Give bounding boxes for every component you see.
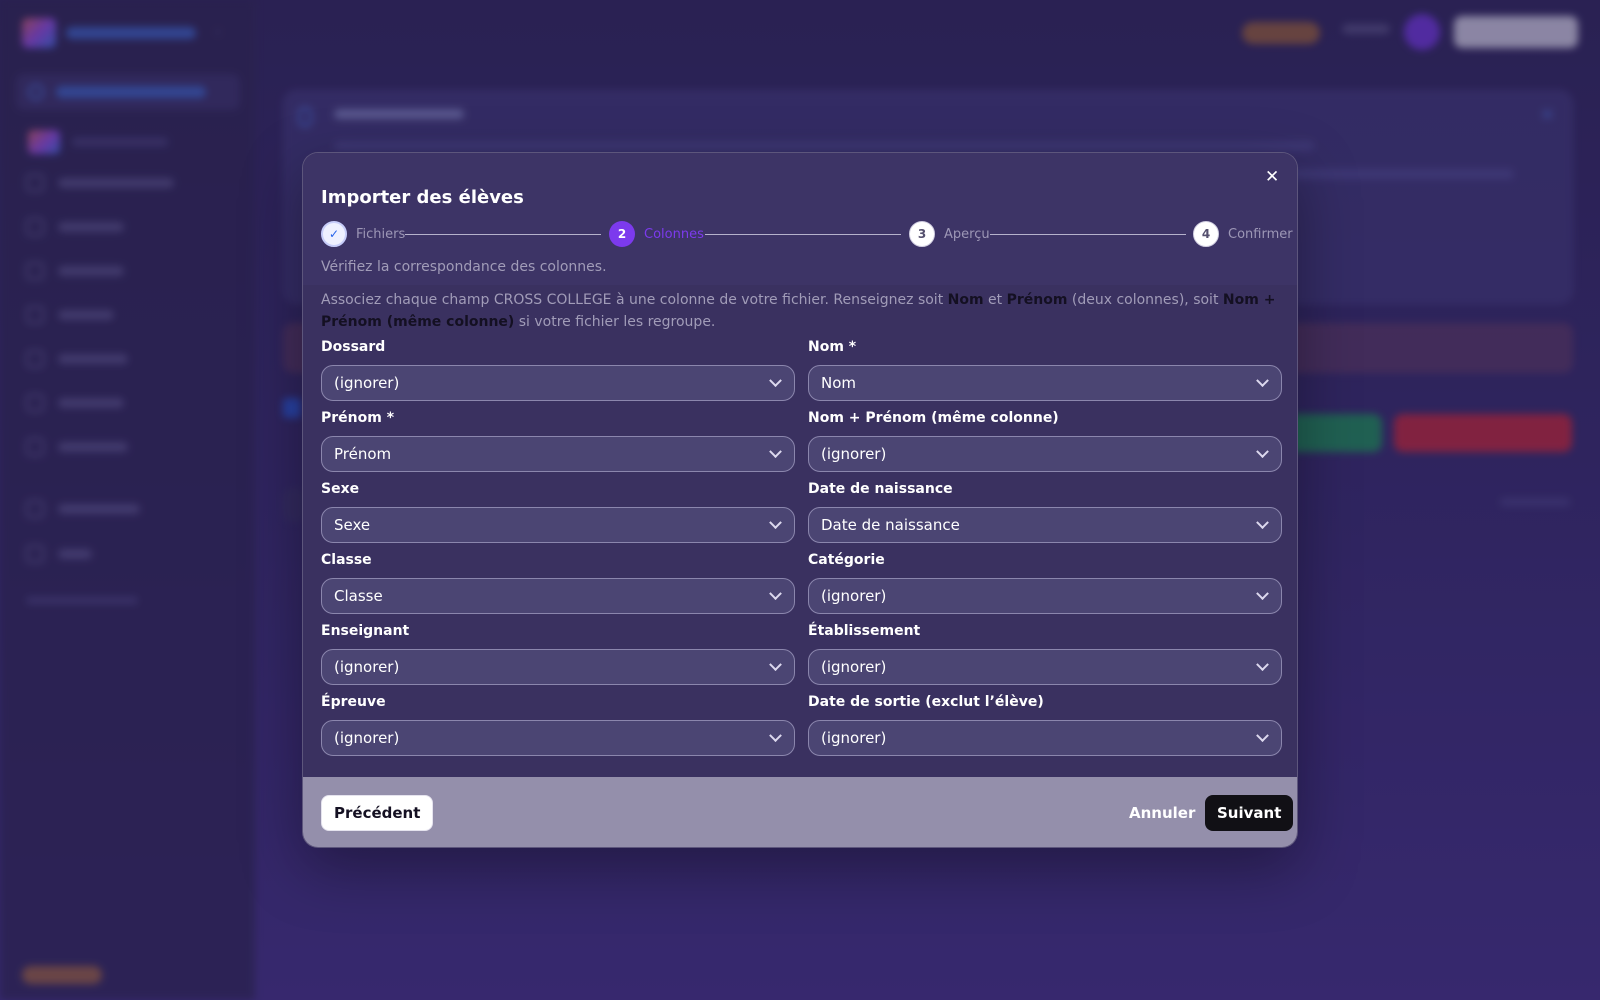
column-select[interactable]: Prénom — [321, 436, 795, 472]
close-icon[interactable]: ✕ — [1265, 169, 1279, 186]
field-label: Sexe — [321, 481, 360, 497]
import-students-modal: Précédent Annuler Suivant Importer des é… — [302, 152, 1298, 848]
field-label: Enseignant — [321, 623, 410, 639]
select-value: Date de naissance — [821, 516, 960, 534]
step-fichiers: ✓ Fichiers — [321, 221, 405, 247]
step-number: 4 — [1193, 221, 1219, 247]
help-bold-prenom: Prénom — [1006, 292, 1068, 308]
step-apercu: 3 Aperçu — [909, 221, 990, 247]
chevron-down-icon — [769, 586, 782, 600]
field-classe: Classe Classe — [321, 552, 795, 614]
chevron-down-icon — [1256, 444, 1269, 458]
step-label: Confirmer — [1228, 226, 1293, 242]
column-select[interactable]: (ignorer) — [808, 578, 1282, 614]
chevron-down-icon — [1256, 728, 1269, 742]
chevron-down-icon — [1256, 657, 1269, 671]
chevron-down-icon — [769, 515, 782, 529]
select-value: (ignorer) — [334, 374, 400, 392]
field-dossard: Dossard (ignorer) — [321, 339, 795, 401]
field-label: Dossard — [321, 339, 386, 355]
field-label: Nom + Prénom (même colonne) — [808, 410, 1059, 426]
field-nom: Nom * Nom — [808, 339, 1282, 401]
field-prenom: Prénom * Prénom — [321, 410, 795, 472]
field-label: Établissement — [808, 623, 921, 639]
help-text: si votre fichier les regroupe. — [514, 314, 716, 330]
help-bold-nom: Nom — [947, 292, 984, 308]
column-select[interactable]: (ignorer) — [321, 649, 795, 685]
column-select[interactable]: (ignorer) — [808, 649, 1282, 685]
field-date-sortie: Date de sortie (exclut l’élève) (ignorer… — [808, 694, 1282, 756]
chevron-down-icon — [1256, 515, 1269, 529]
step-confirmer: 4 Confirmer — [1193, 221, 1293, 247]
step-connector — [990, 234, 1186, 235]
column-select[interactable]: Classe — [321, 578, 795, 614]
field-label: Catégorie — [808, 552, 885, 568]
chevron-down-icon — [1256, 586, 1269, 600]
column-select[interactable]: Sexe — [321, 507, 795, 543]
field-categorie: Catégorie (ignorer) — [808, 552, 1282, 614]
step-connector — [405, 234, 601, 235]
field-nom-prenom: Nom + Prénom (même colonne) (ignorer) — [808, 410, 1282, 472]
select-value: (ignorer) — [821, 587, 887, 605]
field-epreuve: Épreuve (ignorer) — [321, 694, 795, 756]
select-value: (ignorer) — [334, 658, 400, 676]
modal-footer: Précédent Annuler Suivant — [303, 777, 1297, 847]
select-value: Prénom — [334, 445, 392, 463]
field-enseignant: Enseignant (ignorer) — [321, 623, 795, 685]
column-select[interactable]: Date de naissance — [808, 507, 1282, 543]
select-value: Classe — [334, 587, 383, 605]
field-label: Nom * — [808, 339, 857, 355]
step-connector — [705, 234, 901, 235]
field-label: Date de sortie (exclut l’élève) — [808, 694, 1044, 710]
mapping-help-text: Associez chaque champ CROSS COLLEGE à un… — [321, 289, 1281, 333]
previous-button[interactable]: Précédent — [321, 795, 434, 831]
column-select[interactable]: (ignorer) — [321, 720, 795, 756]
step-label: Colonnes — [644, 226, 704, 242]
check-icon: ✓ — [321, 221, 347, 247]
field-label: Épreuve — [321, 694, 386, 710]
next-button[interactable]: Suivant — [1205, 795, 1294, 831]
chevron-down-icon — [769, 657, 782, 671]
chevron-down-icon — [1256, 373, 1269, 387]
modal-subtitle: Vérifiez la correspondance des colonnes. — [321, 259, 607, 275]
select-value: Sexe — [334, 516, 371, 534]
column-select[interactable]: (ignorer) — [808, 720, 1282, 756]
select-value: (ignorer) — [821, 658, 887, 676]
modal-title: Importer des élèves — [321, 187, 524, 208]
help-text: (deux colonnes), soit — [1067, 292, 1223, 308]
select-value: (ignorer) — [334, 729, 400, 747]
select-value: Nom — [821, 374, 857, 392]
cancel-button[interactable]: Annuler — [1121, 795, 1203, 831]
field-sexe: Sexe Sexe — [321, 481, 795, 543]
column-select[interactable]: (ignorer) — [321, 365, 795, 401]
help-text: et — [983, 292, 1007, 308]
field-etablissement: Établissement (ignorer) — [808, 623, 1282, 685]
step-number: 3 — [909, 221, 935, 247]
field-date-naissance: Date de naissance Date de naissance — [808, 481, 1282, 543]
chevron-down-icon — [769, 728, 782, 742]
help-text: Associez chaque champ CROSS COLLEGE à un… — [321, 292, 948, 308]
step-colonnes: 2 Colonnes — [609, 221, 704, 247]
column-select[interactable]: (ignorer) — [808, 436, 1282, 472]
step-number: 2 — [609, 221, 635, 247]
field-label: Classe — [321, 552, 372, 568]
select-value: (ignorer) — [821, 729, 887, 747]
stepper: ✓ Fichiers 2 Colonnes 3 Aperçu 4 Confirm… — [321, 221, 1293, 249]
field-label: Prénom * — [321, 410, 395, 426]
chevron-down-icon — [769, 373, 782, 387]
chevron-down-icon — [769, 444, 782, 458]
field-label: Date de naissance — [808, 481, 953, 497]
column-select[interactable]: Nom — [808, 365, 1282, 401]
select-value: (ignorer) — [821, 445, 887, 463]
step-label: Fichiers — [356, 226, 406, 242]
step-label: Aperçu — [944, 226, 990, 242]
